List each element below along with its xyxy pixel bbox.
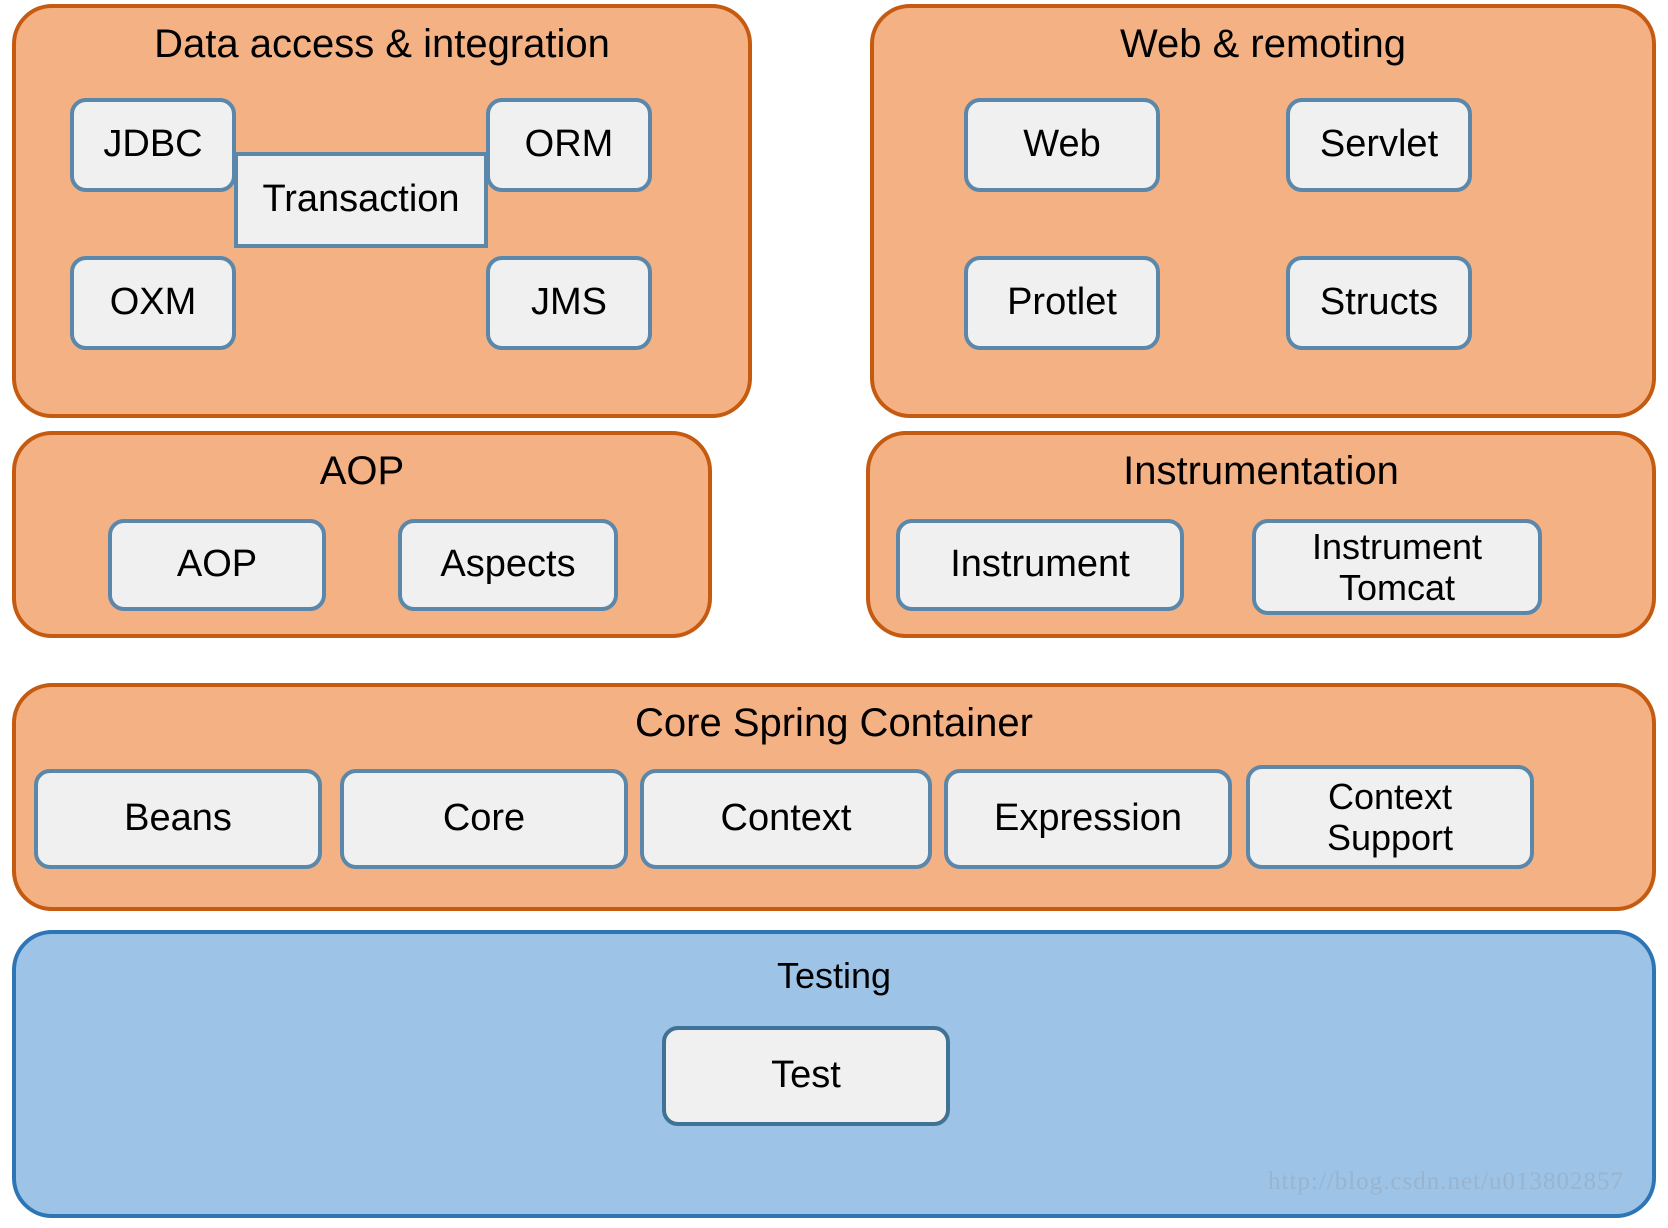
panel-testing: Testing Test http://blog.csdn.net/u01380… <box>12 930 1656 1218</box>
panel-title-core-spring-container: Core Spring Container <box>635 701 1033 745</box>
module-box-expression: Expression <box>944 769 1232 869</box>
module-box-instrument: Instrument <box>896 519 1184 611</box>
module-box-test: Test <box>662 1026 950 1126</box>
module-box-structs: Structs <box>1286 256 1472 350</box>
module-box-jms: JMS <box>486 256 652 350</box>
panel-title-testing: Testing <box>776 955 892 996</box>
panel-title-aop: AOP <box>319 449 405 493</box>
module-box-orm: ORM <box>486 98 652 192</box>
module-box-instrument-tomcat: Instrument Tomcat <box>1252 519 1542 615</box>
spring-architecture-diagram: Data access & integration JDBC ORM Trans… <box>0 0 1668 1228</box>
panel-web-remoting: Web & remoting Web Servlet Protlet Struc… <box>870 4 1656 418</box>
panel-title-web-remoting: Web & remoting <box>1119 22 1407 66</box>
panel-title-instrumentation: Instrumentation <box>1123 449 1399 493</box>
module-box-aspects: Aspects <box>398 519 618 611</box>
module-box-jdbc: JDBC <box>70 98 236 192</box>
panel-core-spring-container: Core Spring Container Beans Core Context… <box>12 683 1656 911</box>
panel-data-access-integration: Data access & integration JDBC ORM Trans… <box>12 4 752 418</box>
module-box-core: Core <box>340 769 628 869</box>
watermark-text: http://blog.csdn.net/u013802857 <box>1268 1168 1624 1195</box>
panel-title-data-access: Data access & integration <box>154 22 610 66</box>
module-box-servlet: Servlet <box>1286 98 1472 192</box>
module-box-context-support: Context Support <box>1246 765 1534 869</box>
module-box-context: Context <box>640 769 932 869</box>
panel-instrumentation: Instrumentation Instrument Instrument To… <box>866 431 1656 638</box>
module-box-beans: Beans <box>34 769 322 869</box>
module-box-oxm: OXM <box>70 256 236 350</box>
module-box-aop: AOP <box>108 519 326 611</box>
module-box-protlet: Protlet <box>964 256 1160 350</box>
module-box-web: Web <box>964 98 1160 192</box>
panel-aop: AOP AOP Aspects <box>12 431 712 638</box>
module-box-transaction: Transaction <box>234 152 488 248</box>
